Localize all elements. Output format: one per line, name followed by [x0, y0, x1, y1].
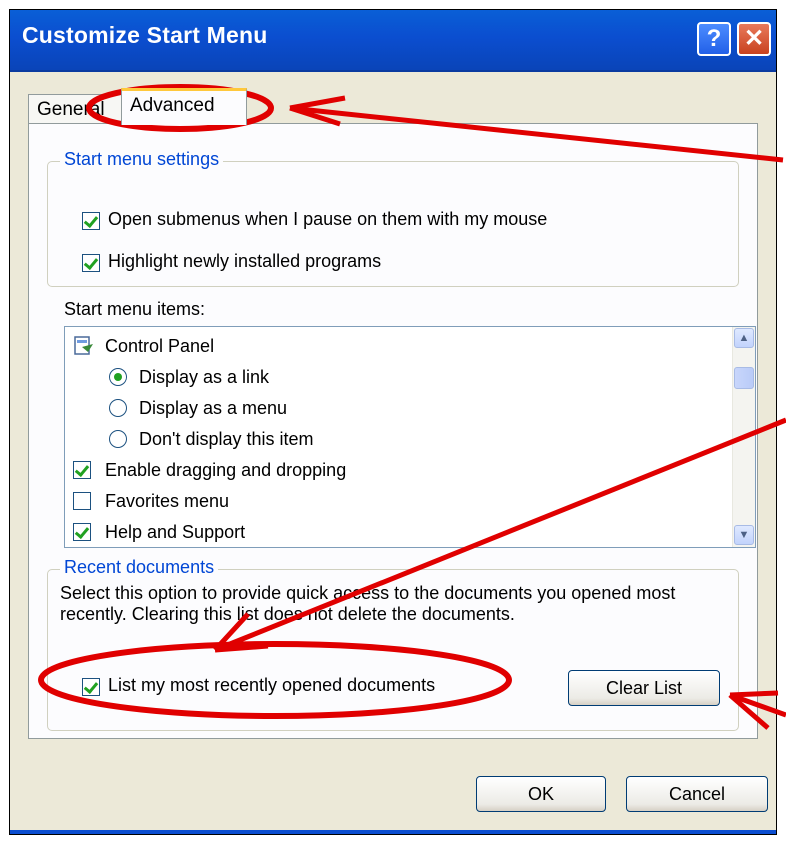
start-menu-settings-group: Start menu settings Open submenus when I… [47, 149, 739, 287]
list-item-label: Help and Support [105, 522, 246, 542]
list-item-label: Don't display this item [139, 429, 314, 449]
list-item-label: Display as a menu [139, 398, 288, 418]
recent-documents-title: Recent documents [60, 557, 219, 578]
list-item-label: Enable dragging and dropping [105, 460, 347, 480]
close-button[interactable]: ✕ [737, 22, 771, 56]
favorites-checkbox[interactable] [73, 492, 91, 510]
window-bottom-border [10, 830, 776, 834]
checkmark-icon [74, 461, 90, 478]
ok-button[interactable]: OK [476, 776, 606, 812]
control-panel-icon [73, 335, 95, 357]
cancel-button[interactable]: Cancel [626, 776, 768, 812]
scroll-up-button[interactable]: ▲ [734, 328, 754, 348]
highlight-programs-label: Highlight newly installed programs [108, 251, 382, 271]
list-scrollbar[interactable]: ▲ ▼ [732, 327, 755, 547]
start-menu-items-label: Start menu items: [64, 299, 206, 319]
display-menu-radio[interactable] [109, 399, 127, 417]
radio-selected-dot [114, 373, 122, 381]
scroll-thumb[interactable] [734, 367, 754, 389]
open-submenus-checkbox[interactable] [82, 212, 100, 230]
start-menu-items-list[interactable]: Control Panel Display as a link Display … [64, 326, 756, 548]
list-item-label: Control Panel [105, 336, 215, 356]
help-button[interactable]: ? [697, 22, 731, 56]
title-bar: Customize Start Menu ? ✕ [10, 10, 776, 72]
checkmark-icon [83, 212, 99, 229]
list-item-label: Display as a link [139, 367, 270, 387]
tab-general[interactable]: General [28, 94, 124, 124]
highlight-programs-checkbox[interactable] [82, 254, 100, 272]
start-menu-settings-title: Start menu settings [60, 149, 224, 170]
clear-list-button[interactable]: Clear List [568, 670, 720, 706]
open-submenus-label: Open submenus when I pause on them with … [108, 209, 548, 229]
recent-documents-description: Select this option to provide quick acce… [60, 583, 676, 624]
list-recent-documents-checkbox[interactable] [82, 678, 100, 696]
scroll-down-button[interactable]: ▼ [734, 525, 754, 545]
dont-display-radio[interactable] [109, 430, 127, 448]
checkmark-icon [74, 523, 90, 540]
advanced-tab-panel: Start menu settings Open submenus when I… [28, 123, 758, 739]
tab-advanced[interactable]: Advanced [121, 88, 247, 125]
help-support-checkbox[interactable] [73, 523, 91, 541]
checkmark-icon [83, 254, 99, 271]
checkmark-icon [83, 678, 99, 695]
list-recent-documents-label: List my most recently opened documents [108, 675, 436, 695]
display-link-radio[interactable] [109, 368, 127, 386]
list-item-label: Favorites menu [105, 491, 230, 511]
enable-dragging-checkbox[interactable] [73, 461, 91, 479]
dialog-window: Customize Start Menu ? ✕ General Advance… [9, 9, 777, 835]
window-title: Customize Start Menu [22, 22, 268, 48]
